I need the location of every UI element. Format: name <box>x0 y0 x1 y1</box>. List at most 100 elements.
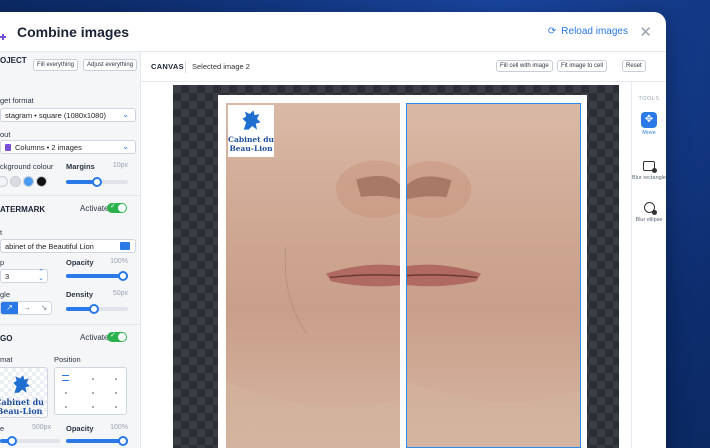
blur-rectangle-label: Blur rectangle <box>632 175 666 181</box>
tools-heading: TOOLS <box>638 96 660 102</box>
background-colour-label: ckground colour <box>0 162 54 171</box>
divider <box>0 324 140 325</box>
watermark-text-input[interactable]: abinet of the Beautiful Lion <box>0 239 136 253</box>
angle-diagonal-down-button[interactable]: ↘ <box>36 302 52 314</box>
watermark-opacity-label: Opacity <box>66 258 94 267</box>
tools-panel: TOOLS ✥ Move Blur rectangle Blur ellipse <box>631 82 666 448</box>
fill-cell-with-image-button[interactable]: Fill cell with image <box>496 60 553 72</box>
logo-position-grid[interactable] <box>54 367 127 415</box>
columns-icon <box>5 143 11 151</box>
lion-logo-icon <box>242 110 261 130</box>
logo-preview[interactable]: Cabinet du Beau-Lion <box>0 367 48 418</box>
logo-heading: GO <box>0 334 13 343</box>
logo-overlay: Cabinet du Beau-Lion <box>228 105 274 157</box>
swatch-blue[interactable] <box>23 176 34 187</box>
selected-image-label: Selected image 2 <box>192 62 250 71</box>
position-dot[interactable] <box>92 378 94 380</box>
logo-size-value: 500px <box>32 424 52 431</box>
position-dot[interactable] <box>115 392 117 394</box>
watermark-activate-toggle[interactable]: ✓ <box>107 203 127 213</box>
adjust-everything-button[interactable]: Adjust everything <box>83 59 138 71</box>
watermark-size-value: 3 <box>5 271 10 281</box>
settings-panel: OJECT Fill everything Adjust everything … <box>0 52 141 448</box>
window-title: Combine images <box>17 24 130 40</box>
blur-ellipse-icon <box>643 202 657 215</box>
fit-image-to-cell-button[interactable]: Fit image to cell <box>557 60 608 72</box>
fill-everything-button[interactable]: Fill everything <box>33 59 79 71</box>
target-format-select[interactable]: stagram • square (1080x1080) ⌄ <box>0 108 136 122</box>
logo-overlay-text-1: Cabinet du <box>228 135 274 144</box>
position-dot[interactable] <box>92 406 94 408</box>
slider-knob[interactable] <box>7 436 17 446</box>
watermark-size-label: p <box>0 258 5 267</box>
margins-value: 10px <box>112 162 128 169</box>
watermark-activate-label: Activate <box>80 204 109 213</box>
watermark-text-value: abinet of the Beautiful Lion <box>5 241 94 251</box>
slider-knob[interactable] <box>118 271 128 281</box>
reload-images-label: Reload images <box>561 26 628 37</box>
check-icon: ✓ <box>110 203 116 210</box>
position-dot[interactable] <box>65 392 67 394</box>
image-cell-2[interactable] <box>406 103 581 448</box>
blur-rectangle-icon <box>643 161 657 173</box>
logo-opacity-value: 100% <box>110 424 128 431</box>
layout-value: Columns • 2 images <box>15 142 82 152</box>
layout-select[interactable]: Columns • 2 images ⌄ <box>0 140 136 154</box>
check-icon: ✓ <box>110 332 116 339</box>
face-illustration-right <box>407 161 580 447</box>
stepper-icon: ⌃ ⌄ <box>38 269 44 282</box>
position-dot[interactable] <box>92 392 94 394</box>
divider <box>185 61 186 73</box>
logo-opacity-slider[interactable] <box>66 436 128 446</box>
swatch-black[interactable] <box>36 176 47 187</box>
canvas-toolbar: CANVAS Selected image 2 Fill cell with i… <box>141 52 666 82</box>
slider-knob[interactable] <box>88 304 99 314</box>
angle-segmented-control: ↗ → ↘ <box>0 301 52 315</box>
watermark-density-value: 50px <box>112 290 128 297</box>
position-dot[interactable] <box>65 406 67 408</box>
logo-overlay-text-2: Beau-Lion <box>229 144 273 153</box>
canvas-area: Cabinet du Beau-Lion <box>173 85 619 448</box>
target-format-value: stagram • square (1080x1080) <box>5 110 107 120</box>
margins-slider[interactable] <box>66 177 128 187</box>
angle-diagonal-up-button[interactable]: ↗ <box>1 302 18 314</box>
slider-knob[interactable] <box>118 436 128 446</box>
slider-knob[interactable] <box>92 177 102 187</box>
watermark-size-stepper[interactable]: 3 ⌃ ⌄ <box>0 269 48 283</box>
layout-label: out <box>0 130 11 139</box>
watermark-text-label: t <box>0 228 3 237</box>
reload-images-button[interactable]: ⟳ Reload images <box>548 26 628 37</box>
watermark-density-label: Density <box>66 290 94 299</box>
blur-rectangle-tool-button[interactable]: Blur rectangle <box>632 161 666 182</box>
position-dot[interactable] <box>115 378 117 380</box>
blur-ellipse-label: Blur ellipse <box>635 217 663 223</box>
logo-text-line-2: Beau-Lion <box>0 406 43 416</box>
align-left-icon <box>62 375 69 381</box>
angle-horizontal-button[interactable]: → <box>19 302 35 314</box>
reset-button[interactable]: Reset <box>622 60 646 72</box>
project-heading: OJECT <box>0 55 27 65</box>
logo-size-label: e <box>0 424 5 433</box>
watermark-heading: ATERMARK <box>0 205 46 214</box>
logo-activate-label: Activate <box>80 333 109 342</box>
calendar-icon <box>120 242 130 250</box>
collage-frame: Cabinet du Beau-Lion <box>218 95 587 448</box>
divider <box>0 195 140 196</box>
logo-size-slider[interactable] <box>0 436 60 446</box>
watermark-opacity-value: 100% <box>110 258 128 265</box>
watermark-angle-label: gle <box>0 290 11 299</box>
logo-position-label: Position <box>54 355 81 364</box>
watermark-density-slider[interactable] <box>66 304 128 314</box>
move-tool-label: Move <box>642 130 656 136</box>
swatch-grey[interactable] <box>10 176 21 187</box>
app-logo-icon <box>0 34 6 40</box>
position-dot[interactable] <box>115 406 117 408</box>
logo-activate-toggle[interactable]: ✓ <box>107 332 127 342</box>
move-tool-button[interactable]: ✥ Move <box>632 112 666 137</box>
logo-opacity-label: Opacity <box>66 424 94 433</box>
watermark-opacity-slider[interactable] <box>66 271 128 281</box>
move-icon: ✥ <box>641 112 657 128</box>
close-button[interactable]: ✕ <box>639 23 652 41</box>
blur-ellipse-tool-button[interactable]: Blur ellipse <box>632 202 666 224</box>
swatch-light[interactable] <box>0 176 8 187</box>
